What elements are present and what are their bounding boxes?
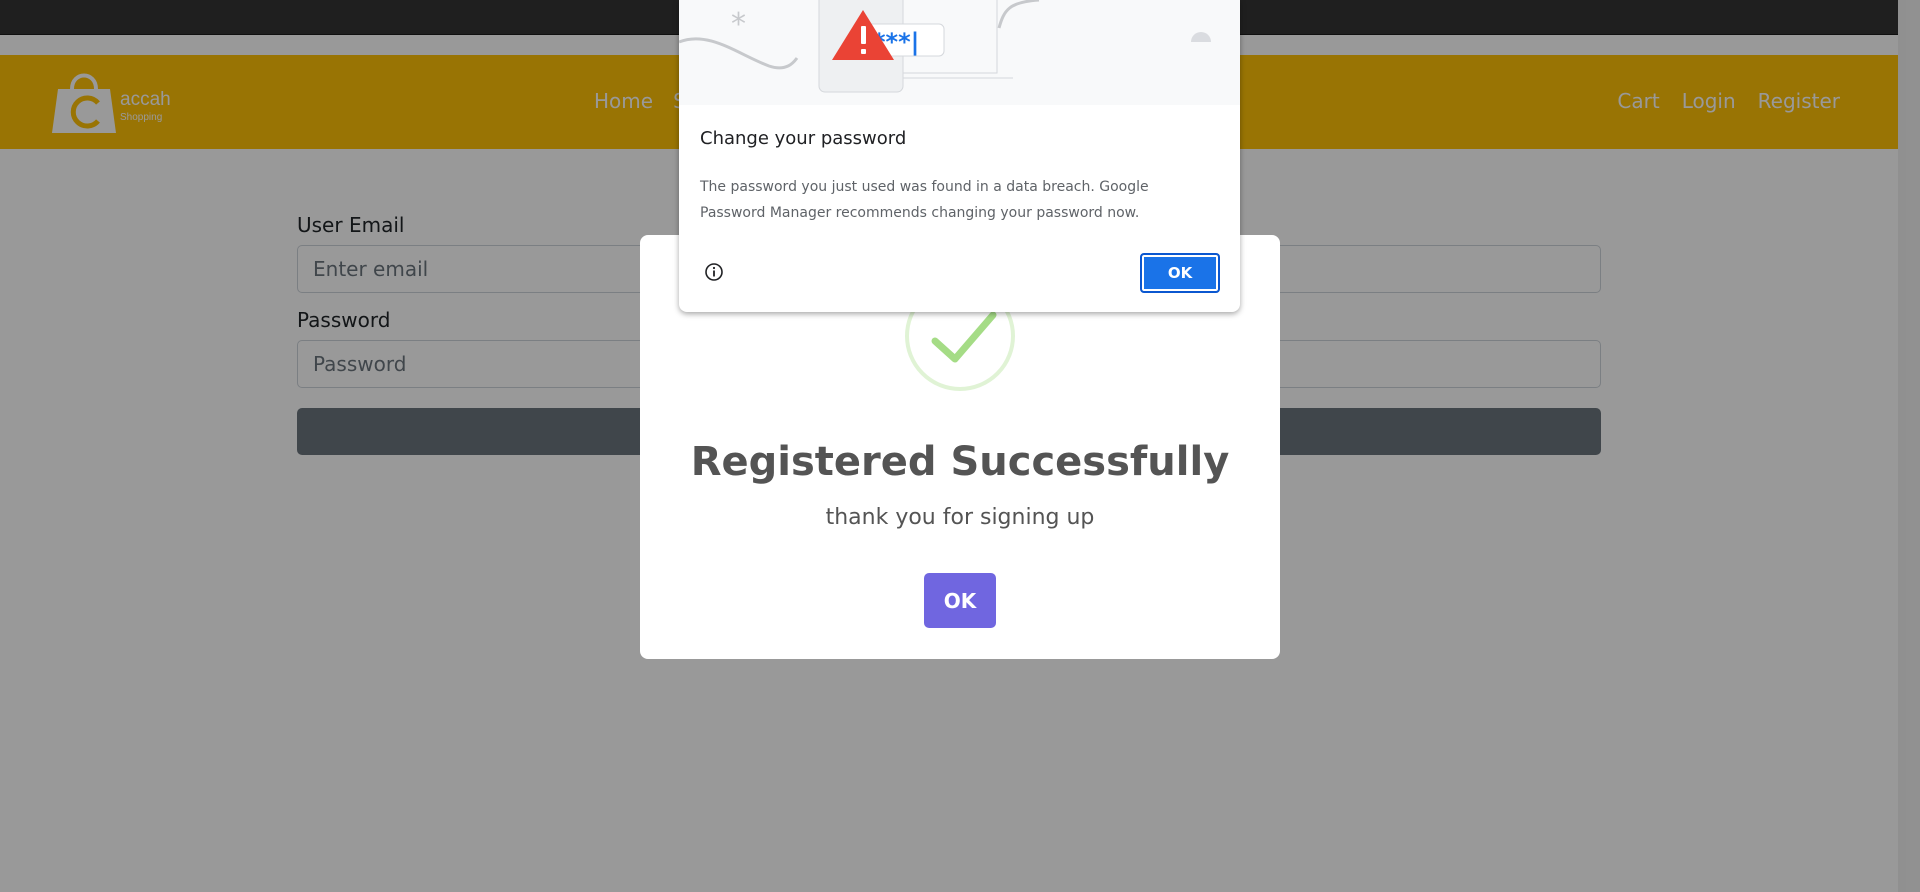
checkmark-icon xyxy=(931,311,997,363)
password-breach-popup: * ***| Change your password The password… xyxy=(679,0,1240,312)
popup-ok-button[interactable]: OK xyxy=(1140,253,1220,293)
modal-title: Registered Successfully xyxy=(690,439,1230,485)
svg-text:*: * xyxy=(731,7,746,42)
info-icon[interactable] xyxy=(704,262,724,282)
breach-illustration: * ***| xyxy=(679,0,1240,105)
modal-ok-button[interactable]: OK xyxy=(924,573,996,628)
popup-title: Change your password xyxy=(700,128,907,149)
modal-message: thank you for signing up xyxy=(825,505,1095,530)
popup-message: The password you just used was found in … xyxy=(700,179,1149,221)
breach-art-icon: * ***| xyxy=(679,0,1211,93)
